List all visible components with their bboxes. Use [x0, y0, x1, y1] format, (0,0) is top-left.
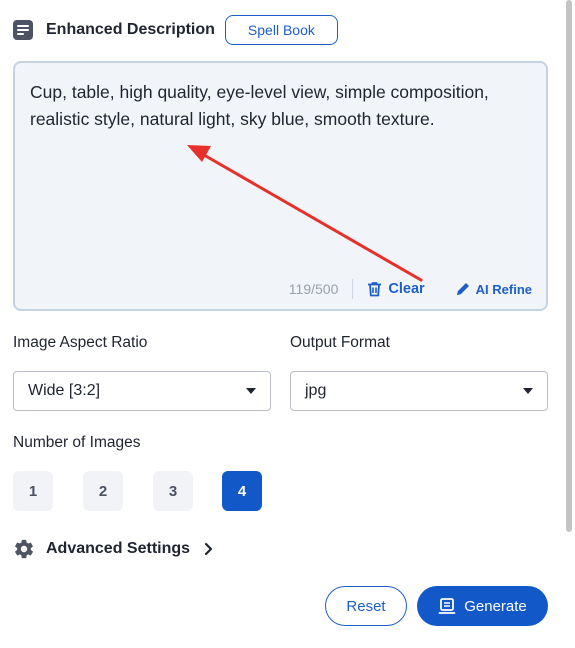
description-textarea[interactable]: Cup, table, high quality, eye-level view… [13, 61, 548, 311]
output-format-value: jpg [305, 382, 327, 399]
aspect-ratio-select[interactable]: Wide [3:2] [13, 371, 271, 411]
section-title: Enhanced Description [46, 21, 215, 38]
num-images-option-2[interactable]: 2 [83, 471, 123, 511]
caret-down-icon [246, 388, 256, 394]
character-counter: 119/500 [288, 281, 339, 297]
num-images-label: Number of Images [13, 434, 141, 451]
num-images-option-1[interactable]: 1 [13, 471, 53, 511]
generate-label: Generate [464, 597, 527, 615]
advanced-settings-toggle[interactable]: Advanced Settings [13, 537, 214, 561]
pencil-icon [456, 283, 469, 295]
num-images-option-3[interactable]: 3 [153, 471, 193, 511]
generate-button[interactable]: Generate [417, 586, 548, 626]
output-format-select[interactable]: jpg [290, 371, 548, 411]
section-header: Enhanced Description Spell Book [13, 15, 338, 45]
ai-refine-button[interactable]: AI Refine [455, 281, 532, 297]
divider [352, 279, 354, 299]
aspect-ratio-value: Wide [3:2] [28, 382, 101, 399]
scrollbar[interactable] [566, 0, 572, 532]
description-footer: 119/500 Clear AI Refine [289, 279, 532, 299]
trash-icon [368, 282, 382, 297]
num-images-option-4[interactable]: 4 [222, 471, 262, 511]
chevron-right-icon [204, 542, 213, 556]
reset-button[interactable]: Reset [325, 586, 407, 626]
generate-icon [438, 598, 456, 614]
spell-book-button[interactable]: Spell Book [224, 15, 338, 45]
document-lines-icon [13, 20, 33, 40]
clear-label: Clear [388, 281, 425, 297]
aspect-ratio-label: Image Aspect Ratio [13, 334, 148, 351]
description-text[interactable]: Cup, table, high quality, eye-level view… [30, 79, 540, 133]
caret-down-icon [523, 388, 533, 394]
advanced-settings-label: Advanced Settings [46, 540, 191, 557]
gear-icon [15, 539, 33, 559]
ai-refine-label: AI Refine [475, 281, 532, 297]
clear-button[interactable]: Clear [367, 281, 425, 297]
output-format-label: Output Format [290, 334, 390, 351]
